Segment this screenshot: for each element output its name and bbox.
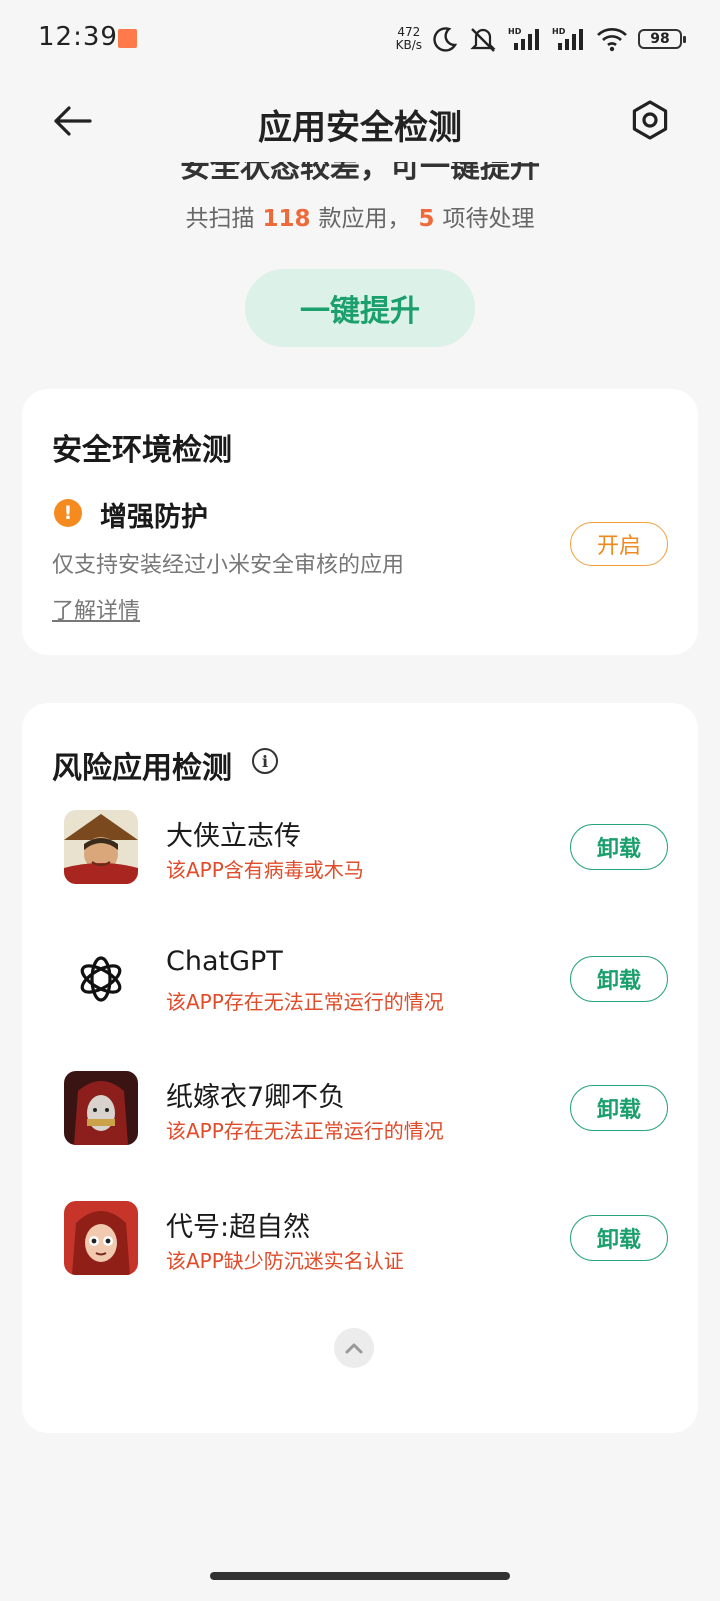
scan-summary: 共扫描 118 款应用， 5 项待处理	[0, 199, 720, 233]
enhanced-protection-title: 增强防护	[100, 502, 208, 533]
scan-prefix: 共扫描	[185, 206, 255, 232]
settings-hexagon-icon	[632, 100, 668, 140]
svg-text:HD: HD	[508, 27, 522, 36]
chevron-up-icon	[345, 1343, 363, 1354]
battery-icon: 98	[638, 29, 686, 49]
supernatural-game-app-icon	[64, 1201, 138, 1275]
uninstall-button[interactable]: 卸载	[570, 824, 668, 870]
risk-app-row: 纸嫁衣7卿不负 该APP存在无法正常运行的情况 卸载	[22, 1071, 698, 1151]
moon-icon	[433, 27, 458, 52]
risk-card-title: 风险应用检测	[52, 751, 232, 786]
scan-count: 118	[262, 206, 311, 232]
collapse-button[interactable]	[334, 1328, 374, 1368]
risk-app-row: ChatGPT 该APP存在无法正常运行的情况 卸载	[22, 942, 698, 1022]
app-name: 大侠立志传	[166, 821, 301, 852]
paper-bride-game-app-icon	[64, 1071, 138, 1145]
top-app-bar: 应用安全检测	[0, 80, 720, 162]
settings-button[interactable]	[628, 98, 672, 142]
uninstall-button[interactable]: 卸载	[570, 1215, 668, 1261]
enable-protection-button[interactable]: 开启	[570, 522, 668, 566]
signal-hd-icon-1: HD	[508, 27, 539, 50]
info-icon[interactable]: i	[252, 748, 278, 774]
status-bar: 12:39 472 KB/s HD HD 98	[0, 0, 720, 80]
svg-text:HD: HD	[552, 27, 566, 36]
network-speed: 472 KB/s	[396, 26, 422, 52]
wifi-icon	[597, 28, 627, 52]
uninstall-button[interactable]: 卸载	[570, 1085, 668, 1131]
app-name: 纸嫁衣7卿不负	[166, 1082, 346, 1113]
app-risk-warning: 该APP存在无法正常运行的情况	[166, 1119, 444, 1143]
security-environment-card: 安全环境检测 ! 增强防护 仅支持安装经过小米安全审核的应用 了解详情 开启	[22, 389, 698, 655]
wuxia-game-app-icon	[64, 810, 138, 884]
one-click-boost-button[interactable]: 一键提升	[245, 269, 475, 347]
app-risk-warning: 该APP含有病毒或木马	[166, 858, 364, 882]
app-risk-warning: 该APP缺少防沉迷实名认证	[166, 1249, 404, 1273]
app-risk-warning: 该APP存在无法正常运行的情况	[166, 990, 444, 1014]
home-indicator[interactable]	[210, 1572, 510, 1580]
risk-app-row: 代号:超自然 该APP缺少防沉迷实名认证 卸载	[22, 1201, 698, 1281]
chatgpt-logo-icon	[64, 942, 138, 1016]
enhanced-protection-desc: 仅支持安装经过小米安全审核的应用	[52, 553, 405, 578]
status-icons: 472 KB/s HD HD 98	[396, 22, 686, 56]
notification-icon	[118, 29, 137, 48]
pending-count: 5	[418, 206, 435, 232]
scan-middle: 款应用，	[318, 206, 411, 232]
page-title: 应用安全检测	[258, 108, 462, 148]
status-time: 12:39	[38, 22, 118, 52]
risk-app-row: 大侠立志传 该APP含有病毒或木马 卸载	[22, 810, 698, 890]
network-speed-unit: KB/s	[395, 38, 422, 52]
uninstall-button[interactable]: 卸载	[570, 956, 668, 1002]
learn-more-link[interactable]: 了解详情	[52, 593, 140, 625]
summary-headline: 安全状态较差，可一键提升	[180, 162, 540, 185]
summary-headline-clip: 安全状态较差，可一键提升	[0, 162, 720, 186]
scan-suffix: 项待处理	[442, 206, 535, 232]
mute-bell-icon	[470, 28, 496, 52]
env-card-title: 安全环境检测	[52, 433, 232, 468]
risk-apps-card: 风险应用检测 i 大侠立志传 该APP含有病毒或木马 卸载 ChatGPT 该A…	[22, 703, 698, 1433]
app-name: 代号:超自然	[166, 1212, 311, 1243]
signal-hd-icon-2: HD	[552, 27, 583, 50]
warning-icon: !	[54, 499, 82, 527]
app-name: ChatGPT	[166, 946, 283, 977]
